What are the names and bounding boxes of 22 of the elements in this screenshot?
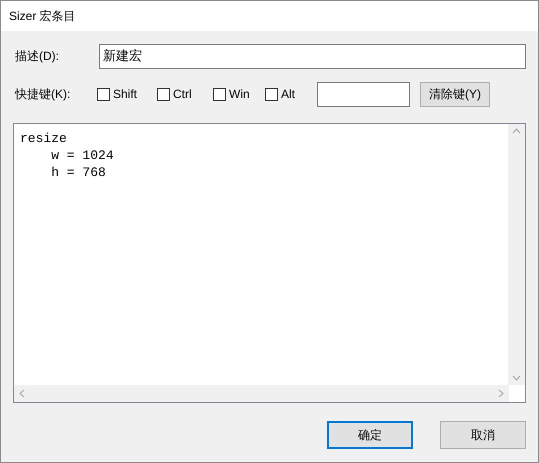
window-title: Sizer 宏条目 xyxy=(9,8,76,25)
checkbox[interactable] xyxy=(97,88,110,100)
code-line: w = 1024 xyxy=(50,147,114,164)
dialog-button[interactable]: 确定 xyxy=(327,421,413,449)
field-label: 描述(D): xyxy=(14,48,60,65)
script-editor[interactable]: resize w = 1024 h = 768 xyxy=(13,123,526,403)
horizontal-scrollbar[interactable] xyxy=(14,385,509,402)
checkbox-label[interactable]: Ctrl xyxy=(173,85,192,103)
checkbox-label[interactable]: Win xyxy=(229,85,250,103)
description-field[interactable]: 新建宏 xyxy=(99,44,526,68)
checkbox[interactable] xyxy=(157,88,170,100)
clear-key-button[interactable]: 清除键(Y) xyxy=(420,82,490,106)
vertical-scrollbar[interactable] xyxy=(508,124,525,385)
checkbox-label[interactable]: Alt xyxy=(281,85,296,103)
dialog-button[interactable]: 取消 xyxy=(440,421,526,449)
code-line: h = 768 xyxy=(50,164,106,181)
key-field[interactable] xyxy=(317,82,410,106)
field-label: 快捷键(K): xyxy=(14,86,72,103)
checkbox[interactable] xyxy=(213,88,226,100)
checkbox-label[interactable]: Shift xyxy=(113,85,138,103)
code-line: resize xyxy=(20,130,67,147)
checkbox[interactable] xyxy=(265,88,278,100)
